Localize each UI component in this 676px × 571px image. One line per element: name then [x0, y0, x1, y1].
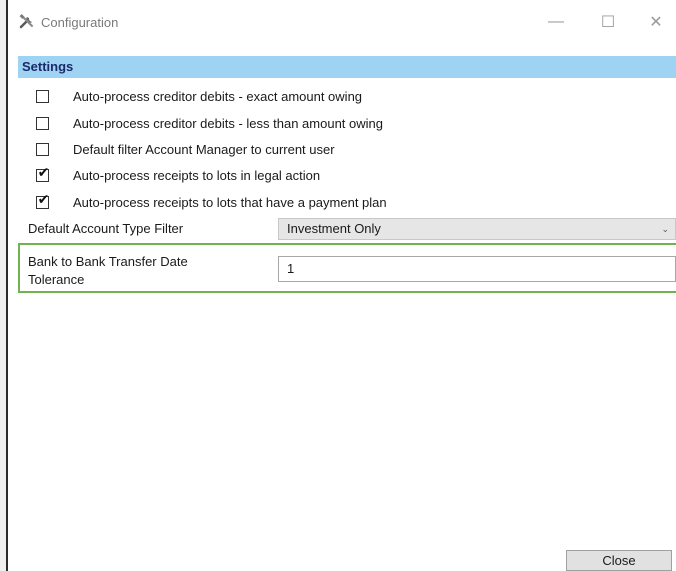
- checkbox[interactable]: [36, 142, 49, 156]
- account-type-select[interactable]: Investment Only ⌄: [278, 218, 676, 240]
- title-bar: Configuration — ☐ ✕: [8, 0, 676, 44]
- account-type-value: Investment Only: [287, 221, 381, 236]
- tolerance-label-line1: Bank to Bank Transfer Date: [28, 254, 188, 269]
- checkbox-label: Auto-process receipts to lots that have …: [73, 194, 387, 210]
- checkbox-label: Auto-process receipts to lots in legal a…: [73, 167, 321, 183]
- tolerance-value: 1: [287, 261, 295, 276]
- tolerance-label-line2: Tolerance: [28, 272, 85, 287]
- checkmark-icon: ✔: [37, 163, 50, 180]
- close-icon: ✕: [649, 14, 663, 31]
- window-title: Configuration: [41, 15, 119, 30]
- checkmark-icon: ✔: [37, 190, 50, 207]
- close-button[interactable]: Close: [566, 550, 672, 571]
- checkbox-label: Auto-process creditor debits - exact amo…: [73, 88, 363, 104]
- setting-row[interactable]: Auto-process creditor debits - less than…: [18, 112, 518, 134]
- maximize-icon: ☐: [600, 14, 616, 31]
- setting-row[interactable]: Auto-process creditor debits - exact amo…: [18, 85, 518, 107]
- checkbox-label: Auto-process creditor debits - less than…: [73, 115, 383, 131]
- account-type-label: Default Account Type Filter: [28, 221, 184, 236]
- setting-row[interactable]: ✔ Auto-process receipts to lots in legal…: [18, 164, 518, 186]
- checkbox[interactable]: [36, 116, 49, 130]
- checkbox-checked[interactable]: ✔: [36, 163, 50, 182]
- chevron-down-icon: ⌄: [661, 224, 669, 234]
- settings-header: Settings: [18, 56, 676, 78]
- tolerance-input[interactable]: 1: [278, 256, 676, 282]
- minimize-button[interactable]: —: [536, 8, 576, 36]
- checkbox-label: Default filter Account Manager to curren…: [73, 141, 335, 157]
- tools-icon: [18, 13, 36, 31]
- close-window-button[interactable]: ✕: [636, 8, 676, 36]
- checkbox[interactable]: [36, 89, 49, 103]
- configuration-window: Configuration — ☐ ✕ Settings Auto-proces…: [6, 0, 676, 571]
- minimize-icon: —: [548, 13, 564, 30]
- setting-row[interactable]: Default filter Account Manager to curren…: [18, 138, 518, 160]
- checkbox-checked[interactable]: ✔: [36, 190, 50, 209]
- maximize-button[interactable]: ☐: [588, 8, 628, 36]
- setting-row[interactable]: ✔ Auto-process receipts to lots that hav…: [18, 191, 518, 213]
